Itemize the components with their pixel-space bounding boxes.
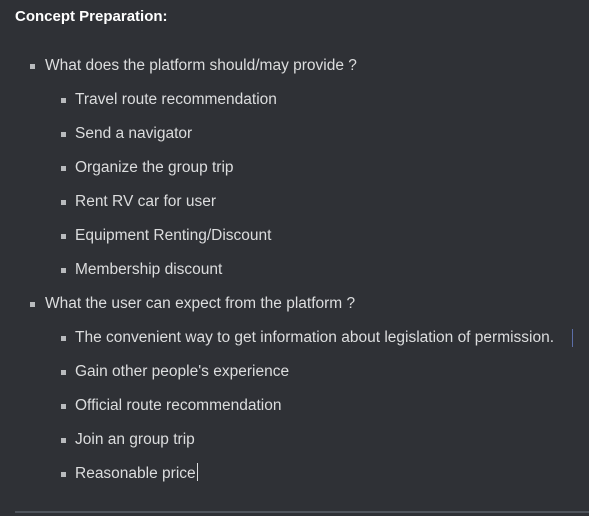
item-text: Equipment Renting/Discount (75, 227, 272, 244)
bullet-icon (61, 234, 66, 239)
item-text: Organize the group trip (75, 159, 234, 176)
sub-list: Travel route recommendation Send a navig… (0, 88, 589, 292)
list-item[interactable]: Official route recommendation (0, 394, 589, 428)
item-text: Join an group trip (75, 431, 195, 448)
section-row[interactable]: What the user can expect from the platfo… (0, 292, 589, 326)
list-item[interactable]: Gain other people's experience (0, 360, 589, 394)
section-label: What the user can expect from the platfo… (45, 295, 356, 312)
list-item[interactable]: Travel route recommendation (0, 88, 589, 122)
page-title: Concept Preparation: (15, 8, 168, 25)
item-text: Reasonable price (75, 465, 196, 482)
item-text: Travel route recommendation (75, 91, 277, 108)
text-caret (196, 463, 198, 481)
item-text: Official route recommendation (75, 397, 282, 414)
bullet-icon (61, 200, 66, 205)
list-item[interactable]: Membership discount (0, 258, 589, 292)
list-item: What the user can expect from the platfo… (0, 292, 589, 496)
item-text: Membership discount (75, 261, 223, 278)
bullet-icon (61, 98, 66, 103)
bullet-icon (61, 268, 66, 273)
item-text: The convenient way to get information ab… (75, 329, 555, 346)
item-text: Send a navigator (75, 125, 193, 142)
item-text: Rent RV car for user (75, 193, 216, 210)
list-item[interactable]: Rent RV car for user (0, 190, 589, 224)
bullet-icon (61, 336, 66, 341)
sub-list: The convenient way to get information ab… (0, 326, 589, 496)
list-item: What does the platform should/may provid… (0, 54, 589, 292)
bullet-icon (61, 438, 66, 443)
note-editor[interactable]: Concept Preparation: What does the platf… (0, 0, 589, 516)
list-item[interactable]: Join an group trip (0, 428, 589, 462)
bullet-icon (61, 166, 66, 171)
list-item[interactable]: Equipment Renting/Discount (0, 224, 589, 258)
text-cursor-marker (572, 329, 573, 347)
bullet-icon (61, 132, 66, 137)
section-row[interactable]: What does the platform should/may provid… (0, 54, 589, 88)
bullet-icon (61, 370, 66, 375)
divider (15, 511, 589, 513)
bullet-icon (30, 64, 35, 69)
list-item[interactable]: Reasonable price (0, 462, 589, 496)
list-item[interactable]: Organize the group trip (0, 156, 589, 190)
bullet-icon (61, 472, 66, 477)
list-item[interactable]: The convenient way to get information ab… (0, 326, 589, 360)
bullet-list: What does the platform should/may provid… (0, 54, 589, 496)
list-item[interactable]: Send a navigator (0, 122, 589, 156)
section-label: What does the platform should/may provid… (45, 57, 357, 74)
item-text-wrap: Reasonable price (75, 462, 198, 486)
bullet-icon (30, 302, 35, 307)
item-text: Gain other people's experience (75, 363, 290, 380)
bullet-icon (61, 404, 66, 409)
